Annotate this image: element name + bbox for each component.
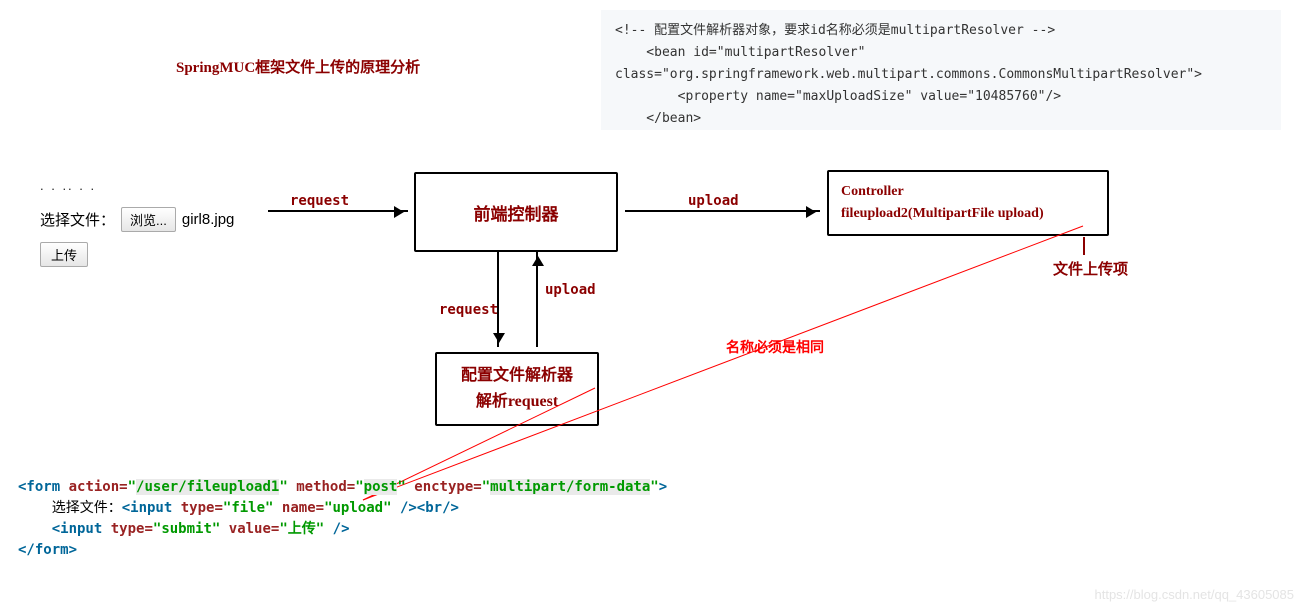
code-line: class="org.springframework.web.multipart… bbox=[615, 67, 1202, 82]
arrow-label: upload bbox=[688, 193, 739, 209]
arrow-front-to-parser bbox=[497, 252, 499, 347]
upload-form-mock: . . .. . . 选择文件： 浏览... girl8.jpg 上传 bbox=[40, 178, 234, 267]
arrow-form-to-front bbox=[268, 210, 408, 212]
file-parser-box: 配置文件解析器 解析request bbox=[435, 352, 599, 426]
box-label: Controller bbox=[841, 181, 904, 203]
diagram-title: SpringMUC框架文件上传的原理分析 bbox=[176, 56, 420, 77]
code-line: 选择文件：<input type="file" name="upload" />… bbox=[18, 498, 667, 519]
dash-to-label bbox=[1083, 237, 1085, 255]
code-line: <input type="submit" value="上传" /> bbox=[18, 519, 667, 540]
arrow-label: request bbox=[290, 193, 349, 209]
selected-filename: girl8.jpg bbox=[182, 211, 235, 228]
code-line: <!-- 配置文件解析器对象，要求id名称必须是multipartResolve… bbox=[615, 23, 1055, 38]
box-label: fileupload2(MultipartFile upload) bbox=[841, 203, 1044, 225]
controller-box: Controller fileupload2(MultipartFile upl… bbox=[827, 170, 1109, 236]
arrow-label: upload bbox=[545, 282, 596, 298]
arrow-front-to-controller bbox=[625, 210, 820, 212]
code-line: </form> bbox=[18, 540, 667, 561]
red-note-label: 名称必须是相同 bbox=[726, 337, 824, 357]
arrow-label: request bbox=[439, 302, 498, 318]
code-line: </bean> bbox=[615, 111, 701, 126]
box-label: 配置文件解析器 bbox=[461, 363, 573, 389]
upload-item-label: 文件上传项 bbox=[1053, 258, 1128, 279]
box-label: 前端控制器 bbox=[474, 200, 559, 225]
code-line: <form action="/user/fileupload1" method=… bbox=[18, 477, 667, 498]
box-label: 解析request bbox=[476, 389, 558, 415]
upload-button[interactable]: 上传 bbox=[40, 242, 88, 267]
form-dots: . . .. . . bbox=[40, 178, 234, 193]
file-field-label: 选择文件： bbox=[40, 209, 115, 230]
arrow-parser-to-front bbox=[536, 252, 538, 347]
xml-config-code: <!-- 配置文件解析器对象，要求id名称必须是multipartResolve… bbox=[601, 10, 1281, 130]
diagram-page: SpringMUC框架文件上传的原理分析 <!-- 配置文件解析器对象，要求id… bbox=[0, 0, 1304, 608]
browse-button[interactable]: 浏览... bbox=[121, 207, 176, 232]
code-line: <property name="maxUploadSize" value="10… bbox=[615, 89, 1061, 104]
watermark: https://blog.csdn.net/qq_43605085 bbox=[1095, 587, 1295, 602]
code-line: <bean id="multipartResolver" bbox=[615, 45, 865, 60]
html-form-code: <form action="/user/fileupload1" method=… bbox=[18, 477, 667, 561]
front-controller-box: 前端控制器 bbox=[414, 172, 618, 252]
